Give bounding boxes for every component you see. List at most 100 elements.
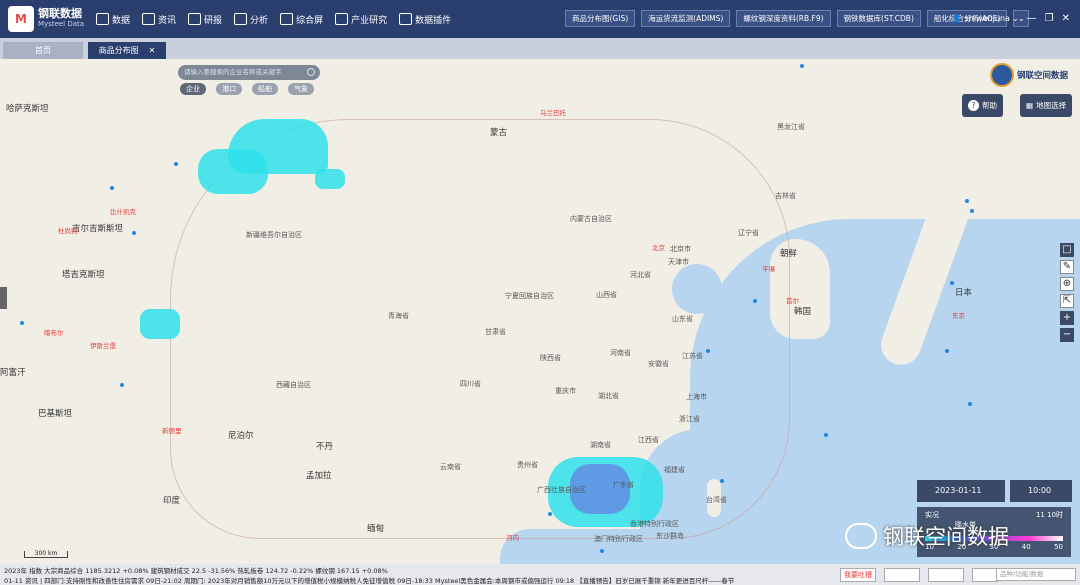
enterprise-marker[interactable] <box>120 383 124 387</box>
nav-data[interactable]: 数据 <box>96 13 130 26</box>
locate-icon[interactable]: ⊕ <box>1060 277 1074 291</box>
service-button[interactable]: 我要服务 <box>884 568 920 582</box>
bar-chart-icon <box>96 13 109 25</box>
map-label-country: 巴基斯坦 <box>38 409 73 419</box>
enterprise-marker[interactable] <box>753 299 757 303</box>
map-label-province: 安徽省 <box>648 360 669 368</box>
map-label-province: 宁夏回族自治区 <box>505 292 554 300</box>
search-input[interactable]: 请输入要搜索的企业名称或关键字 <box>178 65 320 80</box>
search-icon[interactable] <box>307 68 315 76</box>
enterprise-marker[interactable] <box>132 231 136 235</box>
news-icon <box>142 13 156 25</box>
ticker-index-row: 2023年 指数 大宗商品综合 1185.3212 +0.08% 建筑钢材成交 … <box>4 567 388 575</box>
enterprise-marker[interactable] <box>965 199 969 203</box>
enterprise-marker[interactable] <box>110 186 114 190</box>
enterprise-marker[interactable] <box>970 209 974 213</box>
map-label-province: 河南省 <box>610 349 631 357</box>
enterprise-marker[interactable] <box>706 349 710 353</box>
filter-port[interactable]: 港口 <box>216 83 242 95</box>
sys-tab-adims[interactable]: 海运货流监测(ADIMS) <box>641 10 731 27</box>
time-picker[interactable]: 10:00 <box>1010 480 1072 502</box>
bottom-search-input[interactable]: 品种/功能/数据 <box>996 568 1076 581</box>
nav-plugin[interactable]: 数据插件 <box>399 13 451 26</box>
map-label-country: 印度 <box>163 496 181 506</box>
map-tools: □ ✎ ⊕ ⇱ + − <box>1060 243 1074 345</box>
tab-home[interactable]: 首页 <box>3 42 83 59</box>
map-label-province: 贵州省 <box>517 461 538 469</box>
map-label-province: 澳门特别行政区 <box>594 535 643 543</box>
sys-tab-rbf9[interactable]: 螺纹钢深度资料(RB.F9) <box>736 10 831 27</box>
enterprise-marker[interactable] <box>968 402 972 406</box>
logo[interactable]: M 钢联数据 Mysteel Data <box>8 6 88 32</box>
close-icon[interactable]: ✕ <box>149 46 156 55</box>
map-label-city: 北京 <box>652 244 665 252</box>
map-canvas[interactable]: 哈萨克斯坦 蒙古 朝鲜 日本 韩国 吉尔吉斯斯坦 塔吉克斯坦 尼泊尔 不丹 孟加… <box>0 59 1080 564</box>
username[interactable]: shiwenjuna <box>965 14 1010 23</box>
close-icon[interactable]: ✕ <box>1062 13 1070 24</box>
nav-industry[interactable]: 产业研究 <box>335 13 387 26</box>
draw-icon[interactable]: ✎ <box>1060 260 1074 274</box>
layers-icon: ▦ <box>1026 101 1034 110</box>
enterprise-marker[interactable] <box>800 64 804 68</box>
chevron-down-icon[interactable]: ⌄ <box>1012 14 1019 23</box>
map-label-city: 首尔 <box>786 297 799 305</box>
map-label-country: 韩国 <box>794 307 812 317</box>
report-icon <box>188 13 202 25</box>
export-icon[interactable]: ⇱ <box>1060 294 1074 308</box>
zoom-out-icon[interactable]: − <box>1060 328 1074 342</box>
map-label-province: 香港特别行政区 <box>630 520 679 528</box>
map-label-province: 内蒙古自治区 <box>570 215 612 223</box>
bottom-actions: 我要吐槽 我要服务 新手引导 1.8.3 <box>840 568 1006 582</box>
enterprise-marker[interactable] <box>950 281 954 285</box>
filter-enterprise[interactable]: 企业 <box>180 83 206 95</box>
minimize-icon[interactable]: — <box>1027 13 1037 24</box>
map-label-province: 台湾省 <box>706 496 727 504</box>
globe-icon <box>990 63 1014 87</box>
map-label-city: 喀布尔 <box>44 329 64 337</box>
enterprise-marker[interactable] <box>945 349 949 353</box>
layer-select-button[interactable]: ▦ 地图选择 <box>1020 94 1073 117</box>
help-button[interactable]: ? 帮助 <box>962 94 1003 117</box>
enterprise-marker[interactable] <box>174 162 178 166</box>
enterprise-marker[interactable] <box>548 512 552 516</box>
sidebar-toggle[interactable] <box>0 287 7 309</box>
nav-dashboard[interactable]: 综合屏 <box>280 13 323 26</box>
map-label-country: 尼泊尔 <box>228 431 254 441</box>
map-label-province: 四川省 <box>460 380 481 388</box>
enterprise-marker[interactable] <box>720 479 724 483</box>
map-label-country: 蒙古 <box>490 128 508 138</box>
map-label-province: 青海省 <box>388 312 409 320</box>
feedback-button[interactable]: 我要吐槽 <box>840 568 876 582</box>
nav-analysis[interactable]: 分析 <box>234 13 268 26</box>
nav-reports[interactable]: 研报 <box>188 13 222 26</box>
enterprise-marker[interactable] <box>600 549 604 553</box>
analysis-icon <box>234 13 248 25</box>
restore-icon[interactable]: ❐ <box>1045 13 1054 24</box>
date-picker[interactable]: 2023-01-11 <box>917 480 1005 502</box>
sys-tab-gis[interactable]: 商品分布图(GIS) <box>565 10 636 27</box>
ticker-news-row[interactable]: 01-11 资讯 | 四部门:支持刚性和改善性住房需求 09日-21:02 周期… <box>4 575 834 585</box>
plugin-icon <box>399 13 413 25</box>
filter-ship[interactable]: 船舶 <box>252 83 278 95</box>
nav-news[interactable]: 资讯 <box>142 13 176 26</box>
tab-bar: 首页 商品分布图 ✕ <box>0 38 1080 59</box>
enterprise-marker[interactable] <box>20 321 24 325</box>
map-label-city: 东京 <box>952 312 965 320</box>
logo-title: 钢联数据 <box>38 7 82 20</box>
map-label-city: 比什凯克 <box>110 208 136 216</box>
map-label-country: 塔吉克斯坦 <box>62 270 105 280</box>
square-tool-icon[interactable]: □ <box>1060 243 1074 257</box>
map-label-province: 江苏省 <box>682 352 703 360</box>
map-label-city: 杜尚别 <box>58 227 78 235</box>
zoom-in-icon[interactable]: + <box>1060 311 1074 325</box>
tab-gis-map[interactable]: 商品分布图 ✕ <box>88 42 166 59</box>
filter-weather[interactable]: 气象 <box>288 83 314 95</box>
map-label-province: 福建省 <box>664 466 685 474</box>
question-icon: ? <box>968 100 979 111</box>
guide-button[interactable]: 新手引导 <box>928 568 964 582</box>
enterprise-marker[interactable] <box>824 433 828 437</box>
map-label-city: 河内 <box>506 534 519 542</box>
sys-tab-stcdb[interactable]: 钢铁数据库(ST.CDB) <box>836 10 921 27</box>
user-area: 👤 shiwenjuna ⌄ — ❐ ✕ <box>952 13 1070 24</box>
map-label-province: 浙江省 <box>679 415 700 423</box>
